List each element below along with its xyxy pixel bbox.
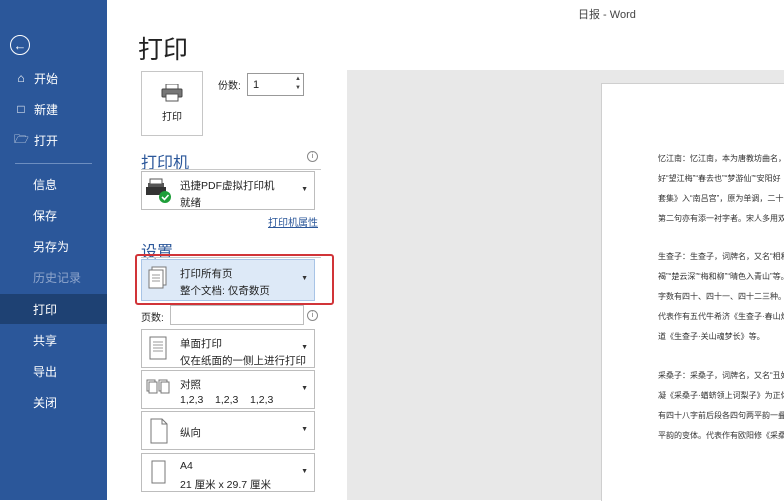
pages-input[interactable] <box>170 305 304 325</box>
print-button-label: 打印 <box>162 112 182 123</box>
copies-label: 份数: <box>218 81 241 92</box>
new-document-icon: □ <box>17 102 25 116</box>
section-divider <box>141 169 321 170</box>
sidebar-item-save[interactable]: 保存 <box>0 200 107 230</box>
setting-line1: 单面打印 <box>180 338 222 350</box>
sidebar-divider <box>15 163 92 164</box>
sidebar-item-label: 保存 <box>33 208 58 223</box>
preview-line: 有四十八字前后段各四句两平韵一叠韵 <box>658 411 784 420</box>
chevron-down-icon: ▼ <box>301 425 308 433</box>
preview-line: 好“望江梅”“春去也”“梦游仙”“安阳好 <box>658 174 781 183</box>
preview-line: 凝《采桑子·蝤蛴领上诃梨子》为正体 <box>658 391 784 400</box>
sidebar-item-export[interactable]: 导出 <box>0 356 107 386</box>
printer-properties-link[interactable]: 打印机属性 <box>268 214 318 229</box>
sidebar-item-label: 共享 <box>33 333 58 348</box>
preview-line: 平韵的变体。代表作有欧阳修《采桑子 <box>658 431 784 440</box>
one-sided-icon <box>145 335 173 363</box>
copies-stepper[interactable]: 1 ▲ ▼ <box>247 73 304 96</box>
preview-line: 忆江南：忆江南，本为唐教坊曲名，段 <box>658 154 784 163</box>
highlight-box <box>135 254 334 305</box>
paper-size-dropdown[interactable]: A4 21 厘米 x 29.7 厘米 ▼ <box>141 453 315 492</box>
preview-page: 忆江南：忆江南，本为唐教坊曲名，段 好“望江梅”“春去也”“梦游仙”“安阳好 套… <box>601 83 784 501</box>
setting-line2: 1,2,3 1,2,3 1,2,3 <box>180 394 274 406</box>
setting-line1: A4 <box>180 460 193 472</box>
preview-line: 生查子：生查子，词牌名，又名“相和 <box>658 252 784 261</box>
collate-dropdown[interactable]: 对照 1,2,3 1,2,3 1,2,3 ▼ <box>141 370 315 409</box>
duplex-dropdown[interactable]: 单面打印 仅在纸面的一侧上进行打印 ▼ <box>141 329 315 368</box>
preview-line: 道《生查子·关山魂梦长》等。 <box>658 332 765 341</box>
back-arrow-icon[interactable]: ← <box>10 35 30 55</box>
sidebar-item-label: 另存为 <box>33 239 70 254</box>
copies-value: 1 <box>253 78 260 91</box>
preview-line: 套集》入“南吕宫”，原为单调，二十七 <box>658 194 784 203</box>
pages-label: 页数: <box>141 313 164 324</box>
orientation-dropdown[interactable]: 纵向 ▼ <box>141 411 315 450</box>
portrait-icon <box>145 417 173 445</box>
sidebar-item-new[interactable]: □ 新建 <box>0 94 107 124</box>
collate-icon <box>145 376 173 404</box>
sidebar-item-label: 打印 <box>33 302 58 317</box>
setting-line1: 对照 <box>180 379 201 391</box>
open-folder-icon: 🗁 <box>14 131 29 146</box>
sidebar-item-label: 关闭 <box>33 395 58 410</box>
backstage-sidebar: ← ⌂ 开始 □ 新建 🗁 打开 信息 保存 另存为 历史记录 打印 共享 导出… <box>0 0 107 500</box>
sidebar-item-history: 历史记录 <box>0 262 107 292</box>
printer-name: 迅捷PDF虚拟打印机 <box>180 180 275 192</box>
sidebar-item-open[interactable]: 🗁 打开 <box>0 125 107 155</box>
page-title: 打印 <box>138 36 189 64</box>
window-title: 日报 - Word <box>578 9 636 21</box>
setting-line2: 21 厘米 x 29.7 厘米 <box>180 479 272 491</box>
info-icon[interactable]: i <box>307 310 318 321</box>
chevron-down-icon: ▼ <box>301 343 308 351</box>
sidebar-item-info[interactable]: 信息 <box>0 169 107 199</box>
sidebar-item-label: 打开 <box>34 133 59 148</box>
sidebar-item-home[interactable]: ⌂ 开始 <box>0 63 107 93</box>
sidebar-item-label: 信息 <box>33 177 58 192</box>
printer-icon <box>161 84 183 102</box>
setting-line1: 纵向 <box>180 427 201 439</box>
preview-line: 采桑子：采桑子，词牌名，又名“丑奴 <box>658 371 784 380</box>
printer-ready-icon <box>145 177 173 205</box>
sidebar-item-print[interactable]: 打印 <box>0 294 107 324</box>
info-icon[interactable]: i <box>307 151 318 162</box>
chevron-down-icon: ▼ <box>301 467 308 475</box>
sidebar-item-label: 历史记录 <box>33 270 82 285</box>
sidebar-item-close[interactable]: 关闭 <box>0 387 107 417</box>
printer-dropdown[interactable]: 迅捷PDF虚拟打印机 就绪 ▼ <box>141 171 315 210</box>
sidebar-item-share[interactable]: 共享 <box>0 325 107 355</box>
preview-line: 字数有四十、四十一、四十二三种。正 <box>658 292 784 301</box>
spin-arrows-icon[interactable]: ▲ ▼ <box>295 75 301 93</box>
home-icon: ⌂ <box>17 71 25 85</box>
setting-line2: 仅在纸面的一侧上进行打印 <box>180 355 306 367</box>
sidebar-item-label: 开始 <box>34 71 59 86</box>
preview-line: 褐”“楚云深”“梅和柳”“晴色入青山”等。 <box>658 272 784 281</box>
chevron-down-icon: ▼ <box>301 384 308 392</box>
sidebar-item-label: 导出 <box>33 364 58 379</box>
paper-size-icon <box>145 459 173 487</box>
sidebar-item-label: 新建 <box>34 102 59 117</box>
preview-line: 代表作有五代牛希济《生查子·春山烟 <box>658 312 784 321</box>
preview-line: 第二句亦有添一衬字者。宋人多用双调 <box>658 214 784 223</box>
printer-status: 就绪 <box>180 197 201 209</box>
print-button[interactable]: 打印 <box>141 71 203 136</box>
sidebar-item-save-as[interactable]: 另存为 <box>0 231 107 261</box>
chevron-down-icon: ▼ <box>301 185 308 193</box>
